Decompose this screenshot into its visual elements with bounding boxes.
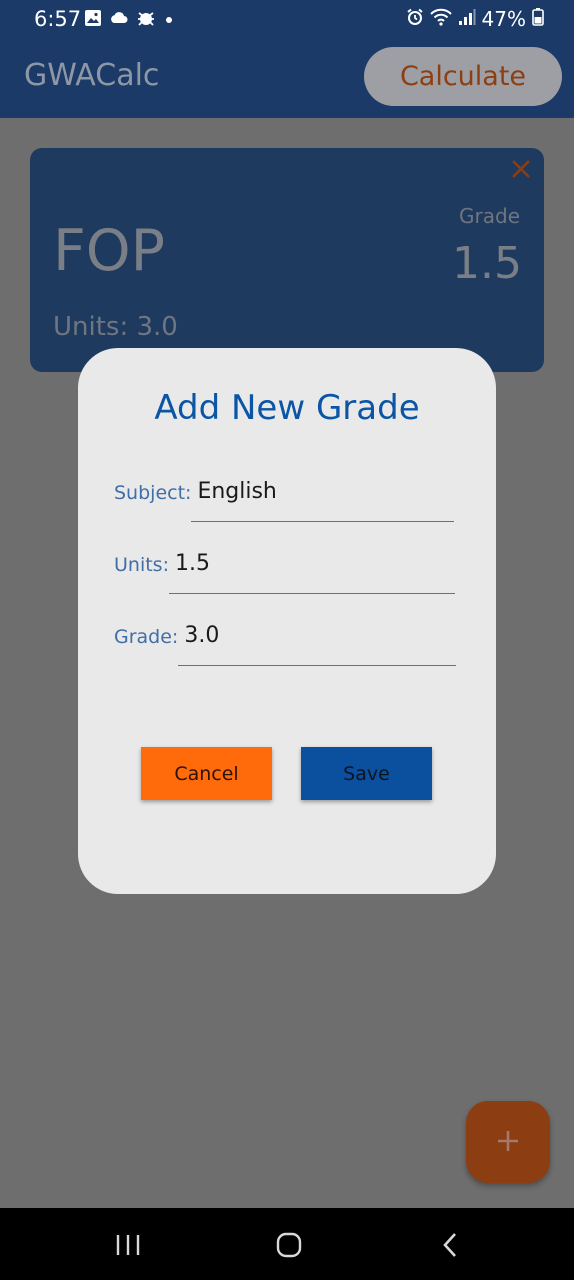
add-grade-dialog: Add New Grade Subject: Units: Grade: Can… xyxy=(78,348,496,894)
app-title: GWACalc xyxy=(24,58,160,93)
grade-label: Grade: xyxy=(114,626,179,648)
add-grade-fab[interactable] xyxy=(466,1101,550,1183)
calculate-button[interactable]: Calculate xyxy=(364,47,562,106)
alarm-icon xyxy=(406,8,424,31)
grade-card[interactable]: FOP Units: 3.0 Grade 1.5 xyxy=(30,148,544,372)
card-subject: FOP xyxy=(53,218,166,284)
battery-icon xyxy=(532,7,544,31)
cloud-icon xyxy=(110,11,128,30)
close-icon[interactable] xyxy=(510,158,532,180)
signal-icon xyxy=(458,8,476,31)
wifi-icon xyxy=(429,8,452,31)
units-label: Units: xyxy=(114,554,169,576)
battery-percent: 47% xyxy=(481,7,526,31)
grade-field: Grade: xyxy=(114,620,457,666)
back-icon[interactable] xyxy=(430,1228,470,1262)
subject-field: Subject: xyxy=(114,476,455,522)
recents-icon[interactable] xyxy=(108,1228,148,1262)
dialog-title: Add New Grade xyxy=(154,388,420,428)
home-icon[interactable] xyxy=(269,1228,309,1262)
dot-icon xyxy=(164,12,174,30)
card-units: Units: 3.0 xyxy=(53,312,178,342)
grade-input[interactable] xyxy=(178,620,457,666)
app-bar: GWACalc Calculate xyxy=(0,38,574,118)
save-button[interactable]: Save xyxy=(301,747,432,800)
subject-label: Subject: xyxy=(114,482,192,504)
cancel-button[interactable]: Cancel xyxy=(141,747,272,800)
status-bar: 6:57 47% xyxy=(0,0,574,38)
subject-input[interactable] xyxy=(191,476,455,522)
card-grade-value: 1.5 xyxy=(452,238,522,289)
status-notifications xyxy=(84,9,174,32)
bug-icon xyxy=(136,9,156,32)
status-time: 6:57 xyxy=(34,7,82,31)
units-input[interactable] xyxy=(168,548,455,594)
system-nav-bar xyxy=(0,1208,574,1280)
plus-icon xyxy=(496,1129,520,1156)
card-grade-label: Grade xyxy=(459,204,520,228)
units-field: Units: xyxy=(114,548,455,594)
gallery-icon xyxy=(84,9,102,32)
status-system: 47% xyxy=(406,7,544,31)
